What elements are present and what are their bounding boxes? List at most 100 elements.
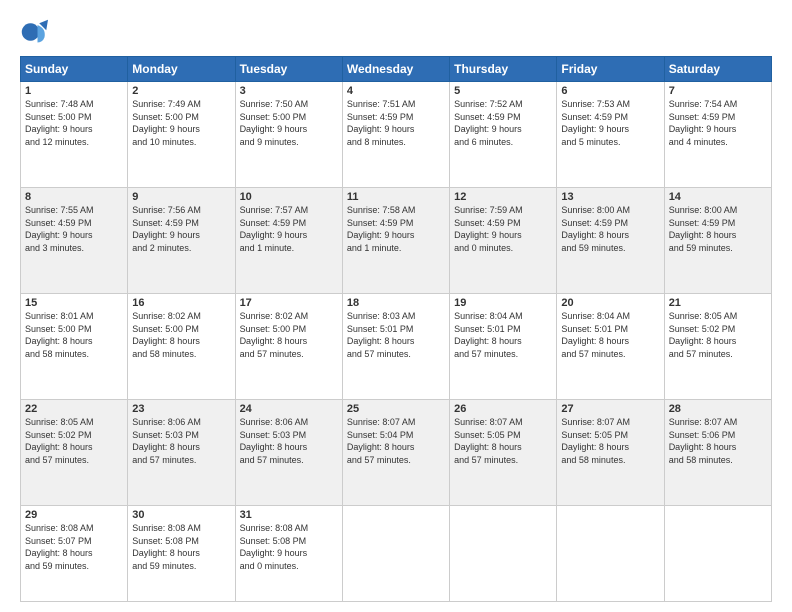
calendar-cell: 18Sunrise: 8:03 AM Sunset: 5:01 PM Dayli… (342, 294, 449, 400)
day-number: 8 (25, 191, 123, 203)
calendar-cell: 7Sunrise: 7:54 AM Sunset: 4:59 PM Daylig… (664, 82, 771, 188)
calendar-cell: 26Sunrise: 8:07 AM Sunset: 5:05 PM Dayli… (450, 400, 557, 506)
calendar-cell (664, 506, 771, 602)
calendar-cell: 12Sunrise: 7:59 AM Sunset: 4:59 PM Dayli… (450, 188, 557, 294)
day-number: 25 (347, 403, 445, 415)
day-info: Sunrise: 7:50 AM Sunset: 5:00 PM Dayligh… (240, 98, 338, 148)
day-number: 20 (561, 297, 659, 309)
calendar-cell: 4Sunrise: 7:51 AM Sunset: 4:59 PM Daylig… (342, 82, 449, 188)
day-info: Sunrise: 8:08 AM Sunset: 5:07 PM Dayligh… (25, 522, 123, 572)
day-number: 19 (454, 297, 552, 309)
calendar-cell: 14Sunrise: 8:00 AM Sunset: 4:59 PM Dayli… (664, 188, 771, 294)
calendar-week-row: 15Sunrise: 8:01 AM Sunset: 5:00 PM Dayli… (21, 294, 772, 400)
day-number: 5 (454, 85, 552, 97)
calendar-cell: 21Sunrise: 8:05 AM Sunset: 5:02 PM Dayli… (664, 294, 771, 400)
calendar-week-row: 8Sunrise: 7:55 AM Sunset: 4:59 PM Daylig… (21, 188, 772, 294)
day-number: 2 (132, 85, 230, 97)
calendar-week-row: 22Sunrise: 8:05 AM Sunset: 5:02 PM Dayli… (21, 400, 772, 506)
day-info: Sunrise: 8:08 AM Sunset: 5:08 PM Dayligh… (132, 522, 230, 572)
weekday-header: Friday (557, 57, 664, 82)
day-info: Sunrise: 8:00 AM Sunset: 4:59 PM Dayligh… (669, 204, 767, 254)
day-number: 26 (454, 403, 552, 415)
day-number: 24 (240, 403, 338, 415)
day-number: 3 (240, 85, 338, 97)
day-info: Sunrise: 8:07 AM Sunset: 5:06 PM Dayligh… (669, 416, 767, 466)
day-number: 7 (669, 85, 767, 97)
day-number: 18 (347, 297, 445, 309)
day-info: Sunrise: 7:57 AM Sunset: 4:59 PM Dayligh… (240, 204, 338, 254)
day-number: 12 (454, 191, 552, 203)
calendar-cell: 23Sunrise: 8:06 AM Sunset: 5:03 PM Dayli… (128, 400, 235, 506)
calendar-cell: 29Sunrise: 8:08 AM Sunset: 5:07 PM Dayli… (21, 506, 128, 602)
day-info: Sunrise: 8:06 AM Sunset: 5:03 PM Dayligh… (240, 416, 338, 466)
calendar-cell: 19Sunrise: 8:04 AM Sunset: 5:01 PM Dayli… (450, 294, 557, 400)
day-info: Sunrise: 7:55 AM Sunset: 4:59 PM Dayligh… (25, 204, 123, 254)
day-info: Sunrise: 8:05 AM Sunset: 5:02 PM Dayligh… (669, 310, 767, 360)
calendar-cell: 8Sunrise: 7:55 AM Sunset: 4:59 PM Daylig… (21, 188, 128, 294)
day-number: 16 (132, 297, 230, 309)
calendar-cell: 3Sunrise: 7:50 AM Sunset: 5:00 PM Daylig… (235, 82, 342, 188)
day-info: Sunrise: 8:04 AM Sunset: 5:01 PM Dayligh… (561, 310, 659, 360)
day-info: Sunrise: 7:48 AM Sunset: 5:00 PM Dayligh… (25, 98, 123, 148)
day-info: Sunrise: 7:49 AM Sunset: 5:00 PM Dayligh… (132, 98, 230, 148)
day-number: 13 (561, 191, 659, 203)
weekday-header: Monday (128, 57, 235, 82)
day-number: 15 (25, 297, 123, 309)
calendar-cell: 22Sunrise: 8:05 AM Sunset: 5:02 PM Dayli… (21, 400, 128, 506)
calendar-cell: 5Sunrise: 7:52 AM Sunset: 4:59 PM Daylig… (450, 82, 557, 188)
calendar-cell: 20Sunrise: 8:04 AM Sunset: 5:01 PM Dayli… (557, 294, 664, 400)
day-number: 27 (561, 403, 659, 415)
calendar-cell: 2Sunrise: 7:49 AM Sunset: 5:00 PM Daylig… (128, 82, 235, 188)
calendar-table: SundayMondayTuesdayWednesdayThursdayFrid… (20, 56, 772, 602)
day-number: 9 (132, 191, 230, 203)
day-number: 23 (132, 403, 230, 415)
day-number: 1 (25, 85, 123, 97)
day-info: Sunrise: 8:03 AM Sunset: 5:01 PM Dayligh… (347, 310, 445, 360)
calendar-cell (450, 506, 557, 602)
day-info: Sunrise: 7:56 AM Sunset: 4:59 PM Dayligh… (132, 204, 230, 254)
day-info: Sunrise: 8:02 AM Sunset: 5:00 PM Dayligh… (132, 310, 230, 360)
day-info: Sunrise: 8:07 AM Sunset: 5:05 PM Dayligh… (454, 416, 552, 466)
day-info: Sunrise: 7:53 AM Sunset: 4:59 PM Dayligh… (561, 98, 659, 148)
day-number: 22 (25, 403, 123, 415)
calendar-cell: 30Sunrise: 8:08 AM Sunset: 5:08 PM Dayli… (128, 506, 235, 602)
day-info: Sunrise: 8:00 AM Sunset: 4:59 PM Dayligh… (561, 204, 659, 254)
day-number: 10 (240, 191, 338, 203)
weekday-header: Thursday (450, 57, 557, 82)
calendar-cell: 27Sunrise: 8:07 AM Sunset: 5:05 PM Dayli… (557, 400, 664, 506)
calendar-cell (557, 506, 664, 602)
calendar-cell: 10Sunrise: 7:57 AM Sunset: 4:59 PM Dayli… (235, 188, 342, 294)
day-info: Sunrise: 8:04 AM Sunset: 5:01 PM Dayligh… (454, 310, 552, 360)
day-number: 4 (347, 85, 445, 97)
page: SundayMondayTuesdayWednesdayThursdayFrid… (0, 0, 792, 612)
calendar-cell: 13Sunrise: 8:00 AM Sunset: 4:59 PM Dayli… (557, 188, 664, 294)
calendar-cell: 16Sunrise: 8:02 AM Sunset: 5:00 PM Dayli… (128, 294, 235, 400)
calendar-cell: 25Sunrise: 8:07 AM Sunset: 5:04 PM Dayli… (342, 400, 449, 506)
day-info: Sunrise: 8:08 AM Sunset: 5:08 PM Dayligh… (240, 522, 338, 572)
weekday-header: Sunday (21, 57, 128, 82)
calendar-cell: 11Sunrise: 7:58 AM Sunset: 4:59 PM Dayli… (342, 188, 449, 294)
day-info: Sunrise: 7:59 AM Sunset: 4:59 PM Dayligh… (454, 204, 552, 254)
day-info: Sunrise: 8:05 AM Sunset: 5:02 PM Dayligh… (25, 416, 123, 466)
calendar-header-row: SundayMondayTuesdayWednesdayThursdayFrid… (21, 57, 772, 82)
day-info: Sunrise: 8:07 AM Sunset: 5:05 PM Dayligh… (561, 416, 659, 466)
day-number: 14 (669, 191, 767, 203)
day-info: Sunrise: 8:07 AM Sunset: 5:04 PM Dayligh… (347, 416, 445, 466)
calendar-cell: 28Sunrise: 8:07 AM Sunset: 5:06 PM Dayli… (664, 400, 771, 506)
logo-icon (20, 18, 48, 46)
day-info: Sunrise: 7:58 AM Sunset: 4:59 PM Dayligh… (347, 204, 445, 254)
calendar-cell: 15Sunrise: 8:01 AM Sunset: 5:00 PM Dayli… (21, 294, 128, 400)
calendar-cell: 24Sunrise: 8:06 AM Sunset: 5:03 PM Dayli… (235, 400, 342, 506)
day-info: Sunrise: 7:52 AM Sunset: 4:59 PM Dayligh… (454, 98, 552, 148)
day-number: 29 (25, 509, 123, 521)
weekday-header: Tuesday (235, 57, 342, 82)
day-info: Sunrise: 7:51 AM Sunset: 4:59 PM Dayligh… (347, 98, 445, 148)
weekday-header: Wednesday (342, 57, 449, 82)
calendar-cell: 1Sunrise: 7:48 AM Sunset: 5:00 PM Daylig… (21, 82, 128, 188)
day-number: 30 (132, 509, 230, 521)
logo (20, 18, 52, 46)
calendar-cell: 31Sunrise: 8:08 AM Sunset: 5:08 PM Dayli… (235, 506, 342, 602)
day-number: 31 (240, 509, 338, 521)
day-number: 11 (347, 191, 445, 203)
weekday-header: Saturday (664, 57, 771, 82)
